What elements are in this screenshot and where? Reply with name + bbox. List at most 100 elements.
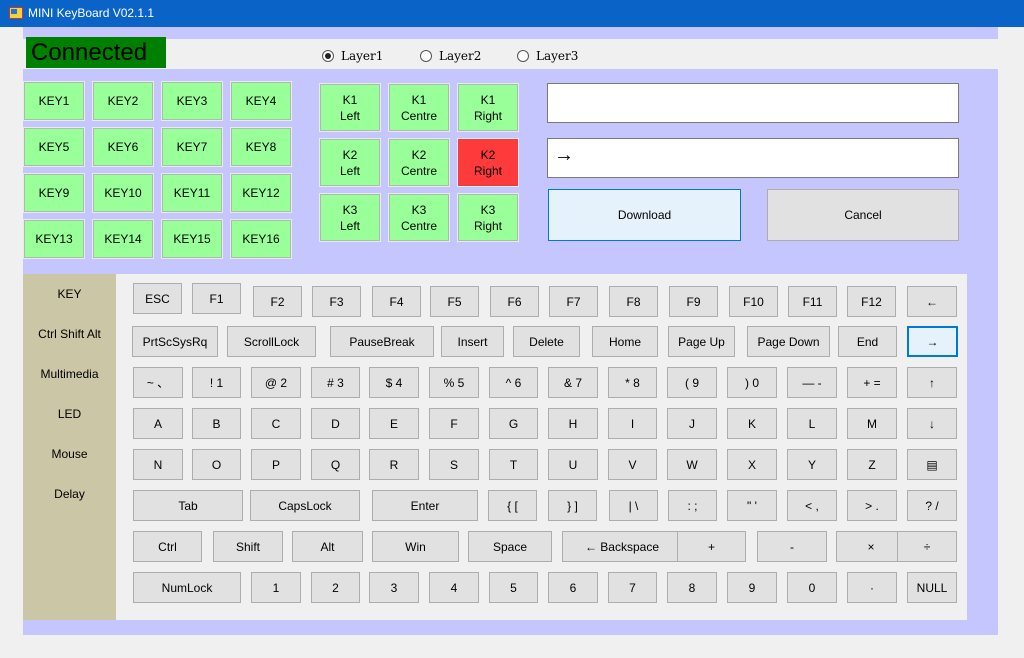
key-button[interactable]: KEY10 — [92, 173, 154, 213]
key-button[interactable]: KEY1 — [23, 81, 85, 121]
key-info-field[interactable] — [547, 83, 959, 123]
kb-key[interactable]: ~ 、 — [133, 367, 183, 398]
kb-key[interactable]: + = — [847, 367, 897, 398]
knob-button[interactable]: K2 Left — [319, 138, 381, 187]
knob-button[interactable]: K3 Left — [319, 193, 381, 242]
kb-key[interactable]: 5 — [489, 572, 538, 603]
knob-button[interactable]: K3 Centre — [388, 193, 450, 242]
kb-key[interactable]: C — [251, 408, 301, 439]
kb-key[interactable]: Y — [787, 449, 837, 480]
key-button[interactable]: KEY3 — [161, 81, 223, 121]
kb-key[interactable]: 1 — [251, 572, 301, 603]
kb-key[interactable]: V — [608, 449, 657, 480]
kb-key[interactable]: L — [787, 408, 837, 439]
download-button[interactable]: Download — [548, 189, 741, 241]
kb-key[interactable]: F8 — [609, 286, 658, 317]
kb-key[interactable]: # 3 — [311, 367, 360, 398]
kb-key[interactable]: End — [838, 326, 897, 357]
key-button[interactable]: KEY14 — [92, 219, 154, 259]
kb-key[interactable]: 8 — [667, 572, 717, 603]
kb-key[interactable]: R — [369, 449, 419, 480]
kb-key[interactable]: * 8 — [608, 367, 657, 398]
key-button[interactable]: KEY2 — [92, 81, 154, 121]
key-button[interactable]: KEY11 — [161, 173, 223, 213]
kb-key[interactable]: X — [727, 449, 777, 480]
kb-key[interactable]: PauseBreak — [330, 326, 434, 357]
kb-key[interactable]: F10 — [729, 286, 778, 317]
kb-key[interactable]: — - — [787, 367, 837, 398]
kb-key-backspace[interactable]: ← Backspace — [562, 531, 682, 562]
key-button[interactable]: KEY15 — [161, 219, 223, 259]
kb-key[interactable]: ? / — [907, 490, 957, 521]
knob-button-selected[interactable]: K2 Right — [457, 138, 519, 187]
kb-key[interactable]: Enter — [372, 490, 478, 521]
kb-key[interactable]: 6 — [548, 572, 598, 603]
kb-key[interactable]: ( 9 — [667, 367, 717, 398]
kb-key[interactable]: CapsLock — [250, 490, 360, 521]
kb-key-up-arrow[interactable]: ↑ — [907, 367, 957, 398]
kb-key[interactable]: F5 — [430, 286, 479, 317]
sidebar-item-led[interactable]: LED — [23, 407, 116, 421]
kb-key[interactable]: Alt — [292, 531, 363, 562]
kb-key[interactable]: ÷ — [897, 531, 957, 562]
kb-key[interactable]: 4 — [429, 572, 479, 603]
kb-key[interactable]: : ; — [668, 490, 717, 521]
kb-key-right-arrow[interactable]: → — [907, 326, 958, 357]
kb-key[interactable]: { [ — [488, 490, 537, 521]
kb-key[interactable]: Z — [847, 449, 897, 480]
kb-key[interactable]: P — [251, 449, 301, 480]
kb-key[interactable]: ) 0 — [727, 367, 777, 398]
sidebar-item-multimedia[interactable]: Multimedia — [23, 367, 116, 381]
kb-key[interactable]: Space — [468, 531, 552, 562]
key-button[interactable]: KEY7 — [161, 127, 223, 167]
kb-key[interactable]: F3 — [312, 286, 361, 317]
key-button[interactable]: KEY12 — [230, 173, 292, 213]
kb-key[interactable]: 3 — [369, 572, 419, 603]
sidebar-item-mouse[interactable]: Mouse — [23, 447, 116, 461]
kb-key[interactable]: F11 — [788, 286, 837, 317]
knob-button[interactable]: K3 Right — [457, 193, 519, 242]
kb-key[interactable]: ESC — [133, 283, 182, 314]
kb-key[interactable]: & 7 — [548, 367, 598, 398]
kb-key[interactable]: 7 — [608, 572, 657, 603]
kb-key[interactable]: Q — [311, 449, 360, 480]
kb-key[interactable]: K — [727, 408, 777, 439]
kb-key[interactable]: Ctrl — [133, 531, 202, 562]
sidebar-item-key[interactable]: KEY — [23, 287, 116, 301]
kb-key[interactable]: @ 2 — [251, 367, 301, 398]
kb-key[interactable]: F9 — [669, 286, 718, 317]
kb-key[interactable]: A — [133, 408, 183, 439]
kb-key-left-arrow[interactable]: ← — [907, 286, 957, 317]
knob-button[interactable]: K2 Centre — [388, 138, 450, 187]
kb-key[interactable]: O — [192, 449, 241, 480]
knob-button[interactable]: K1 Centre — [388, 83, 450, 132]
key-mapping-field[interactable]: → — [547, 138, 959, 178]
kb-key[interactable]: ! 1 — [192, 367, 241, 398]
kb-key[interactable]: G — [489, 408, 538, 439]
kb-key-menu-icon[interactable]: ▤ — [907, 449, 957, 480]
kb-key[interactable]: T — [489, 449, 538, 480]
kb-key[interactable]: 9 — [727, 572, 777, 603]
sidebar-item-delay[interactable]: Delay — [23, 487, 116, 501]
kb-key-down-arrow[interactable]: ↓ — [907, 408, 957, 439]
kb-key[interactable]: D — [311, 408, 360, 439]
kb-key[interactable]: F7 — [549, 286, 598, 317]
key-button[interactable]: KEY16 — [230, 219, 292, 259]
kb-key[interactable]: > . — [847, 490, 897, 521]
key-button[interactable]: KEY5 — [23, 127, 85, 167]
kb-key[interactable]: < , — [787, 490, 837, 521]
kb-key[interactable]: F6 — [490, 286, 539, 317]
kb-key[interactable]: F2 — [253, 286, 302, 317]
kb-key[interactable]: F12 — [847, 286, 896, 317]
knob-button[interactable]: K1 Right — [457, 83, 519, 132]
kb-key[interactable]: M — [847, 408, 897, 439]
cancel-button[interactable]: Cancel — [767, 189, 959, 241]
kb-key[interactable]: Insert — [441, 326, 504, 357]
kb-key[interactable]: NumLock — [133, 572, 241, 603]
key-button[interactable]: KEY8 — [230, 127, 292, 167]
kb-key[interactable]: + — [677, 531, 746, 562]
kb-key[interactable]: Win — [372, 531, 459, 562]
kb-key[interactable]: Page Down — [747, 326, 830, 357]
kb-key[interactable]: F4 — [372, 286, 421, 317]
kb-key[interactable]: J — [667, 408, 717, 439]
